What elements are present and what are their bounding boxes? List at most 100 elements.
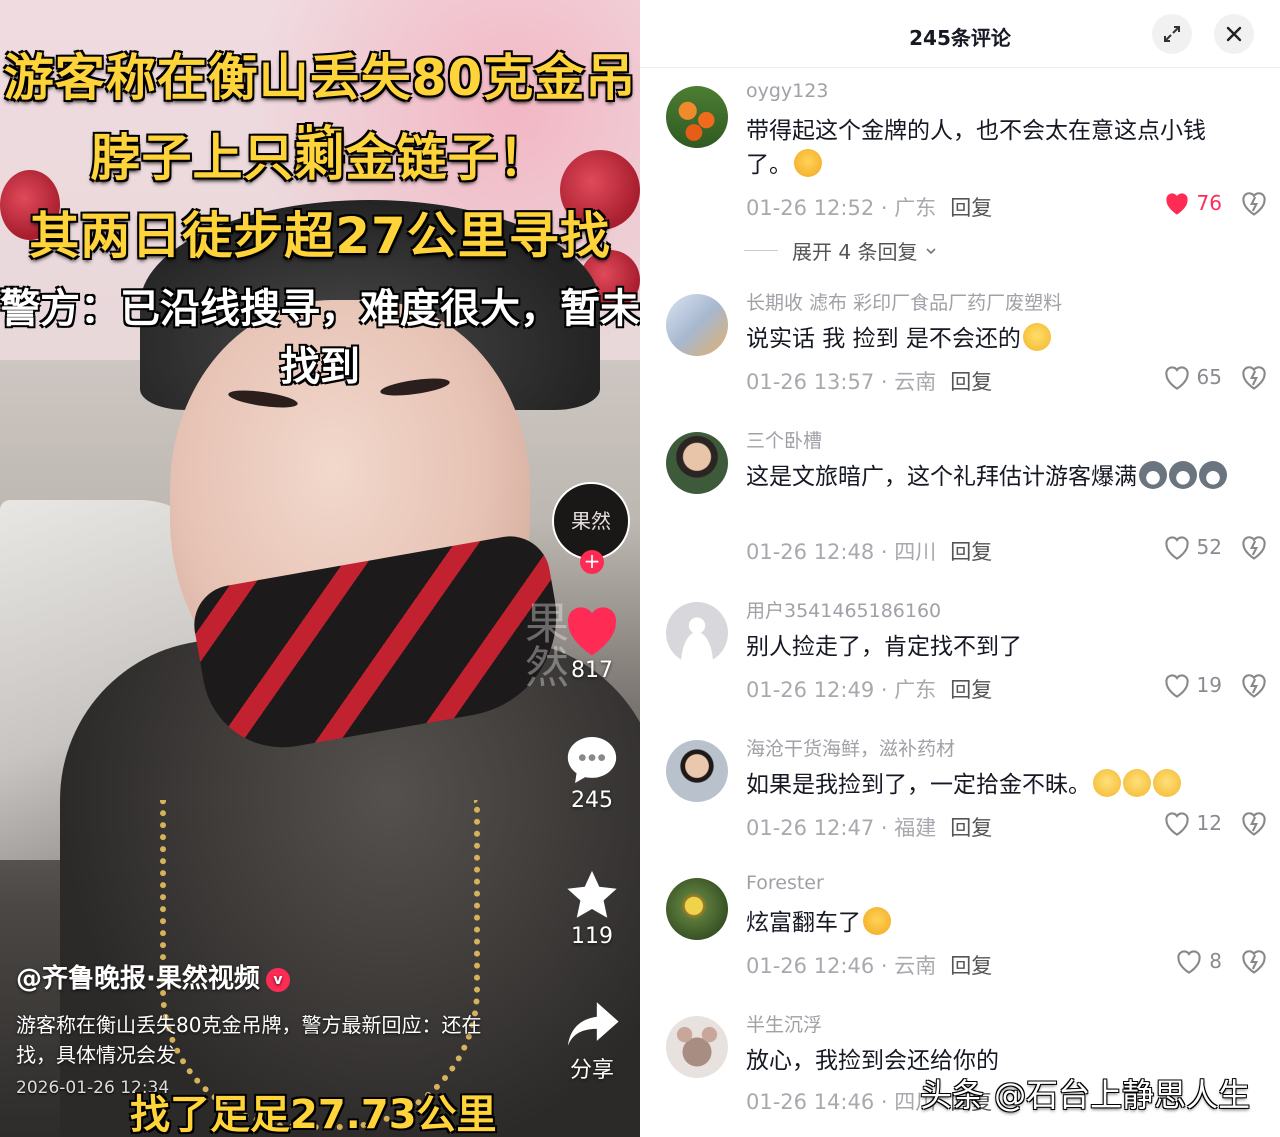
dislike-icon[interactable] [1240,810,1268,838]
comment-item: 长期收 滤布 彩印厂食品厂药厂废塑料 说实话 我 捡到 是不会还的 01-26 … [666,288,1266,408]
author-link[interactable]: @齐鲁晚报·果然视频 [16,964,260,994]
reply-button[interactable]: 回复 [950,678,992,702]
dislike-icon[interactable] [1240,190,1268,218]
comment-item: 海沧干货海鲜，滋补药材 如果是我捡到了，一定拾金不昧。 01-26 12:47 … [666,734,1266,854]
reply-button[interactable]: 回复 [950,540,992,564]
verified-icon: v [265,967,290,992]
heart-outline-icon [1177,950,1201,974]
comment-meta: 01-26 12:47 · 福建 回复 [746,816,993,840]
like-count: 65 [1196,365,1222,389]
like-action[interactable]: 817 [552,600,632,683]
heart-outline-icon [1164,536,1189,560]
expand-icon [1164,26,1180,42]
grinning-emoji-icon [1153,769,1181,797]
side-action-bar: 果然 + 817 245 119 分享 [552,482,632,1083]
close-icon [1226,26,1242,42]
bottom-caption: 找了足足27.73公里 [130,1092,497,1137]
comment-like[interactable]: 12 [1163,810,1222,836]
comment-like[interactable]: 76 [1163,190,1222,216]
expand-button[interactable] [1152,14,1192,54]
comment-text: 带得起这个金牌的人，也不会太在意这点小钱了。 [746,118,1206,178]
share-label: 分享 [569,1058,614,1083]
comment-meta: 01-26 12:49 · 广东 回复 [746,678,993,702]
favorite-action[interactable]: 119 [552,866,632,949]
like-count: 12 [1196,811,1222,835]
comment-like[interactable]: 19 [1163,672,1222,698]
heart-outline-icon [1164,674,1189,698]
comment-action[interactable]: 245 [552,732,632,813]
comment-username[interactable]: 长期收 滤布 彩印厂食品厂药厂废塑料 [746,288,1062,315]
comment-item: Forester 炫富翻车了 01-26 12:46 · 云南 回复 8 [666,872,1266,992]
heart-icon [567,607,617,656]
comment-text: 别人捡走了，肯定找不到了 [746,634,1022,660]
comment-meta: 01-26 12:46 · 云南 回复 [746,954,993,978]
expand-replies-label: 展开 4 条回复 [792,240,918,264]
husky-emoji-icon [1139,461,1167,489]
source-watermark: 头条 @石台上静思人生 [920,1076,1251,1114]
video-title-line-3: 其两日徒步超27公里寻找 [29,207,611,265]
heart-filled-icon [1165,193,1188,215]
follow-button[interactable]: + [580,550,604,574]
comments-header: 245条评论 [640,0,1280,68]
laughing-crying-emoji-icon [1022,323,1051,351]
avatar[interactable] [666,1016,728,1078]
husky-emoji-icon [1169,461,1197,489]
comment-username[interactable]: 半生沉浮 [746,1010,822,1037]
heart-outline-icon [1164,812,1189,836]
comment-text: 如果是我捡到了，一定拾金不昧。 [746,768,1236,802]
comment-like[interactable]: 65 [1163,364,1222,390]
comments-panel: 245条评论 oygy123 带得起这个金牌的人，也不会太在意这点小钱了。 01… [640,0,1280,1137]
comment-like[interactable]: 8 [1175,948,1222,974]
comment-meta: 01-26 12:48 · 四川 回复 [746,540,993,564]
avatar[interactable] [666,740,728,802]
heart-outline-icon [1164,366,1189,390]
comment-item: 用户3541465186160 别人捡走了，肯定找不到了 01-26 12:49… [666,596,1266,716]
video-title-line-2: 脖子上只剩金链子！ [90,129,550,187]
grinning-emoji-icon [1123,769,1151,797]
avatar[interactable] [666,432,728,494]
reply-button[interactable]: 回复 [950,370,992,394]
video-player[interactable]: 果然 游客称在衡山丢失80克金吊牌 脖子上只剩金链子！ 其两日徒步超27公里寻找… [0,0,640,1137]
comment-meta: 01-26 13:57 · 云南 回复 [746,370,993,394]
police-response-caption: 警方：已沿线搜寻，难度很大，暂未找到 [0,286,640,390]
reply-button[interactable]: 回复 [950,954,992,978]
author-name[interactable]: @齐鲁晚报·果然视频 v [16,958,290,995]
divider-line [744,250,778,251]
comment-username[interactable]: 三个卧槽 [746,426,822,453]
comment-like[interactable]: 52 [1163,534,1222,560]
avatar[interactable] [666,602,728,664]
dislike-icon[interactable] [1240,948,1268,976]
like-count: 817 [571,658,613,683]
comment-username[interactable]: Forester [746,872,824,894]
comment-bubble-icon [567,737,617,783]
reply-button[interactable]: 回复 [950,196,992,220]
comment-text: 说实话 我 捡到 是不会还的 [746,322,1236,356]
avatar[interactable] [666,86,728,148]
comment-meta: 01-26 12:52 · 广东 回复 [746,196,993,220]
like-count: 52 [1196,535,1222,559]
dislike-icon[interactable] [1240,534,1268,562]
chevron-down-icon [926,247,937,254]
comment-username[interactable]: 用户3541465186160 [746,596,941,623]
comment-count: 245 [571,788,613,813]
comment-username[interactable]: 海沧干货海鲜，滋补药材 [746,734,955,761]
dislike-icon[interactable] [1240,364,1268,392]
favorite-count: 119 [571,924,613,949]
star-icon [567,870,617,918]
comment-username[interactable]: oygy123 [746,80,828,102]
comment-item: 三个卧槽 这是文旅暗广，这个礼拜估计游客爆满 01-26 12:48 · 四川回… [666,426,1266,576]
like-count: 76 [1196,191,1222,215]
crying-emoji-icon [863,907,891,935]
like-count: 8 [1209,949,1222,973]
close-button[interactable] [1214,14,1254,54]
comment-item: oygy123 带得起这个金牌的人，也不会太在意这点小钱了。 01-26 12:… [666,80,1266,260]
video-description: 游客称在衡山丢失80克金吊牌，警方最新回应：还在找，具体情况会发 [16,1013,482,1067]
expand-replies-button[interactable]: 展开 4 条回复 [744,236,939,265]
avatar[interactable] [666,878,728,940]
dislike-icon[interactable] [1240,672,1268,700]
share-action[interactable]: 分享 [552,996,632,1084]
avatar[interactable] [666,294,728,356]
reply-button[interactable]: 回复 [950,816,992,840]
share-arrow-icon [567,1002,619,1046]
like-count: 19 [1196,673,1222,697]
